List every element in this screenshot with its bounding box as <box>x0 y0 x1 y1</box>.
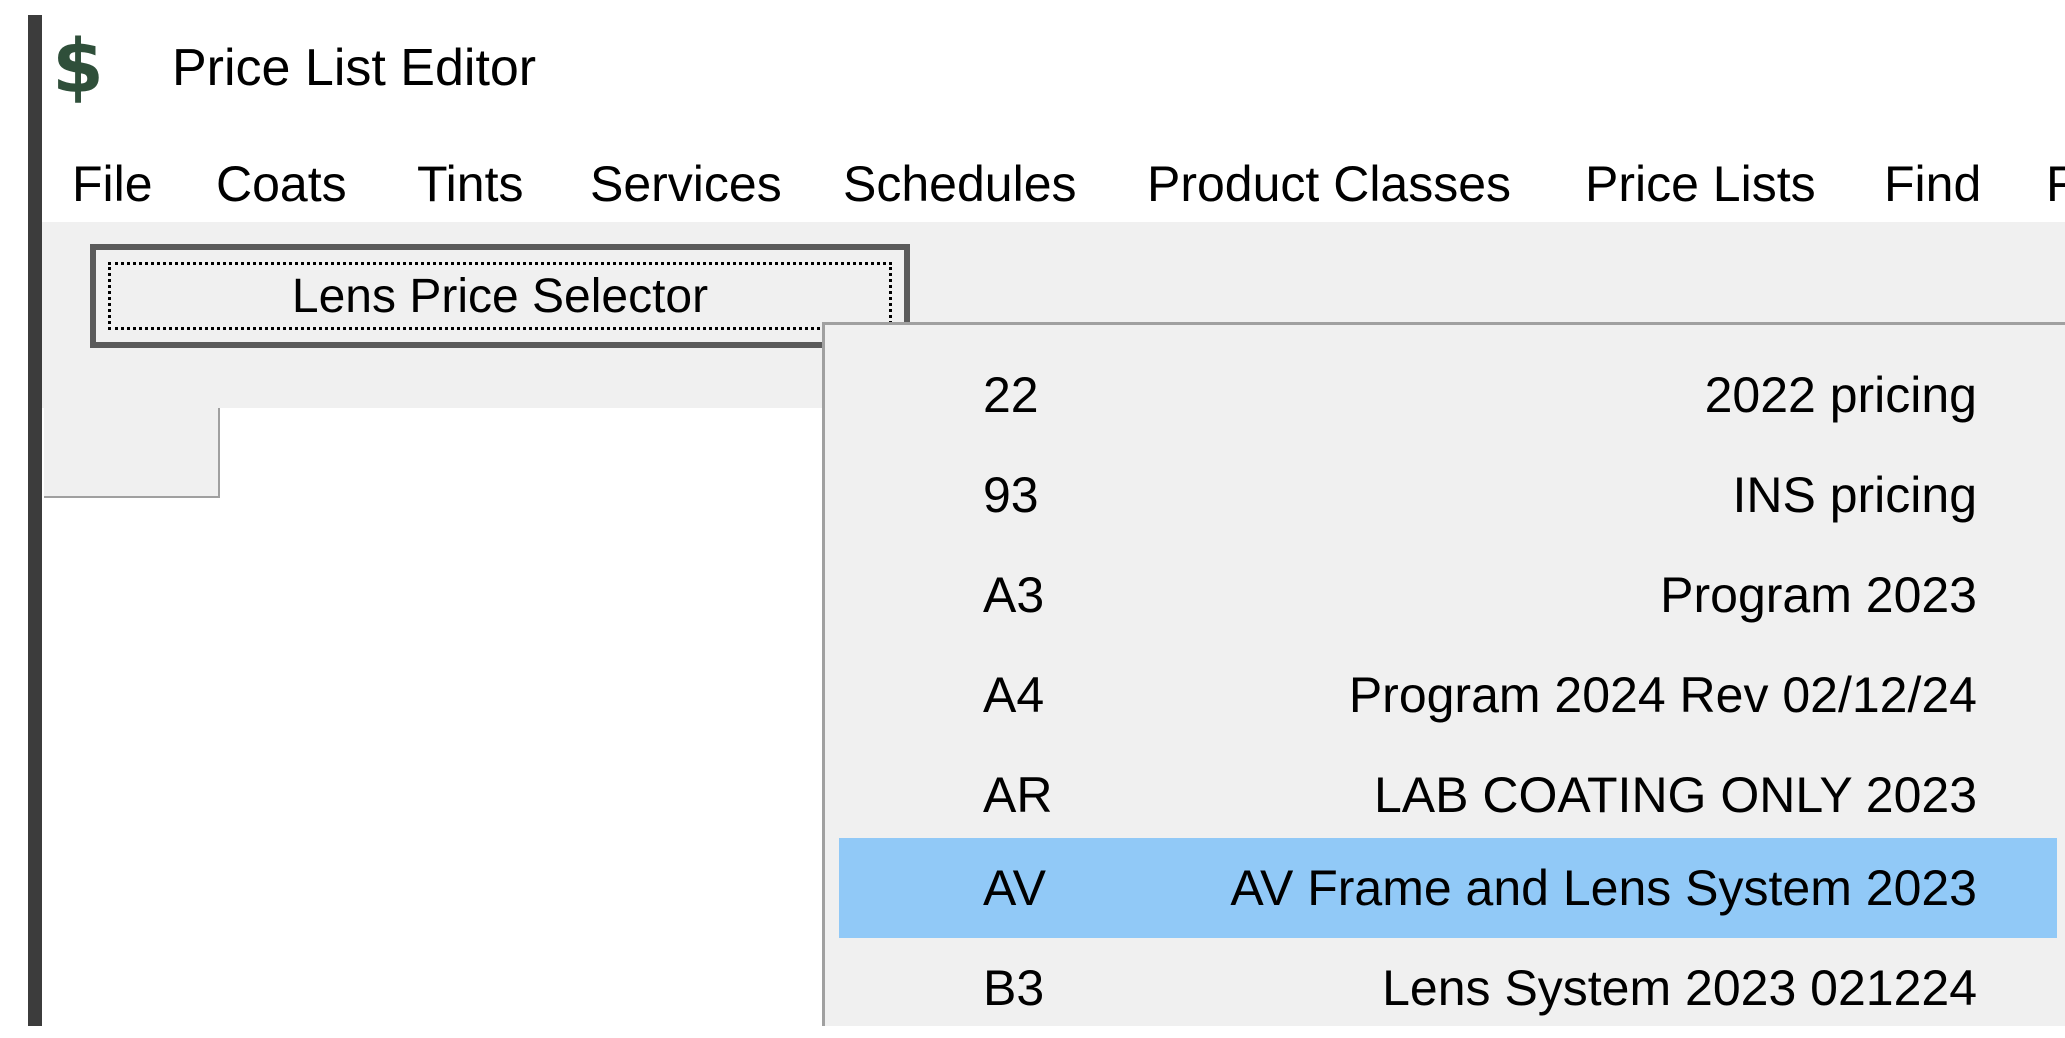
price-list-editor-window: $ Price List Editor File Coats Tints Ser… <box>0 0 2065 1026</box>
grid-header-cell <box>44 408 220 498</box>
dollar-icon: $ <box>52 24 104 110</box>
dropdown-item-code: AR <box>983 767 1053 823</box>
dropdown-item[interactable]: AR LAB COATING ONLY 2023 <box>839 745 2057 845</box>
dropdown-item-code: A3 <box>983 567 1045 623</box>
menu-price-lists[interactable]: Price Lists <box>1585 146 1816 222</box>
menu-schedules[interactable]: Schedules <box>843 146 1077 222</box>
dropdown-item-description: Lens System 2023 021224 <box>1382 960 1977 1016</box>
menu-find[interactable]: Find <box>1884 146 1981 222</box>
window-left-border <box>28 15 42 1026</box>
menu-product-classes[interactable]: Product Classes <box>1147 146 1511 222</box>
lens-price-selector-button[interactable]: Lens Price Selector <box>90 244 910 348</box>
dropdown-item[interactable]: 22 2022 pricing <box>839 345 2057 445</box>
menu-tints[interactable]: Tints <box>417 146 524 222</box>
lens-price-selector-label: Lens Price Selector <box>108 262 892 330</box>
dropdown-item-description: LAB COATING ONLY 2023 <box>1373 767 1977 823</box>
dropdown-item-code: A4 <box>983 667 1045 723</box>
dropdown-item-description: AV Frame and Lens System 2023 <box>1230 860 1977 916</box>
menu-services[interactable]: Services <box>590 146 782 222</box>
dropdown-item-selected[interactable]: AV AV Frame and Lens System 2023 <box>839 838 2057 938</box>
dropdown-item-code: B3 <box>983 960 1045 1016</box>
dropdown-item-description: Program 2024 Rev 02/12/24 <box>1348 667 1977 723</box>
dropdown-item-description: INS pricing <box>1732 467 1977 523</box>
menu-f[interactable]: F <box>2046 146 2065 222</box>
dropdown-item-code: AV <box>983 860 1046 916</box>
dropdown-item[interactable]: 93 INS pricing <box>839 445 2057 545</box>
dropdown-item-description: 2022 pricing <box>1704 367 1977 423</box>
dropdown-item-code: 93 <box>983 467 1039 523</box>
price-list-dropdown[interactable]: 22 2022 pricing 93 INS pricing A3 Progra… <box>822 322 2065 1026</box>
dropdown-item[interactable]: A4 Program 2024 Rev 02/12/24 <box>839 645 2057 745</box>
menu-file[interactable]: File <box>72 146 153 222</box>
dropdown-item[interactable]: A3 Program 2023 <box>839 545 2057 645</box>
dropdown-item-code: 22 <box>983 367 1039 423</box>
dropdown-item-description: Program 2023 <box>1660 567 1977 623</box>
dropdown-item[interactable]: B3 Lens System 2023 021224 <box>839 938 2057 1038</box>
menu-bar: File Coats Tints Services Schedules Prod… <box>42 146 2065 222</box>
window-title: Price List Editor <box>172 39 537 97</box>
menu-coats[interactable]: Coats <box>216 146 347 222</box>
